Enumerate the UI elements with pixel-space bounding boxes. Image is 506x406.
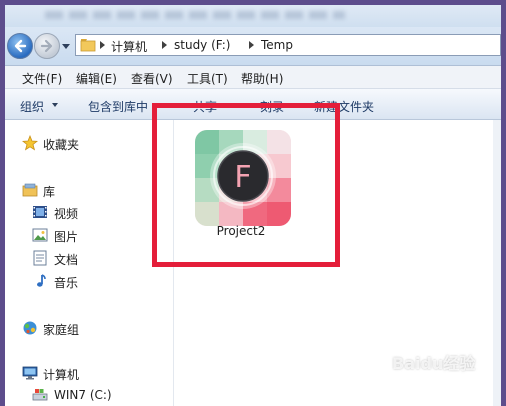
chevron-down-icon (52, 103, 58, 107)
breadcrumb-separator[interactable] (162, 41, 167, 49)
forward-button[interactable] (34, 33, 60, 59)
file-name: Project2 (216, 224, 266, 238)
breadcrumb-separator[interactable] (249, 41, 254, 49)
sidebar-item-pictures[interactable]: 图片 (5, 225, 173, 245)
menu-tools[interactable]: 工具(T) (187, 70, 228, 87)
homegroup-icon (23, 321, 37, 335)
menu-edit[interactable]: 编辑(E) (76, 70, 117, 87)
command-bar: 组织 包含到库中 共享 刻录 新建文件夹 (5, 89, 501, 120)
sidebar-item-label: 音乐 (54, 276, 79, 290)
star-icon (22, 135, 38, 151)
sidebar-item-videos[interactable]: 视频 (5, 202, 173, 222)
menu-file[interactable]: 文件(F) (22, 70, 62, 87)
breadcrumb-separator[interactable] (100, 41, 105, 49)
menu-view[interactable]: 查看(V) (131, 70, 173, 87)
sidebar-item-label: 家庭组 (43, 323, 80, 337)
window-title-strip (5, 5, 501, 27)
burn-button[interactable]: 刻录 (260, 98, 284, 115)
address-bar[interactable]: 计算机 study (F:) Temp (75, 34, 501, 56)
chevron-down-icon (155, 103, 161, 107)
sidebar-item-libraries[interactable]: 库 (5, 180, 173, 200)
document-icon (33, 250, 47, 266)
arrow-left-icon (14, 39, 27, 53)
sidebar-item-label: 视频 (54, 207, 79, 221)
drive-icon (32, 387, 48, 401)
sidebar-item-documents[interactable]: 文档 (5, 248, 173, 268)
share-button[interactable]: 共享 (193, 98, 217, 115)
watermark: Baidu经验 (392, 354, 476, 373)
sidebar-item-label: 库 (43, 185, 56, 199)
navigation-bar: 计算机 study (F:) Temp (5, 27, 501, 66)
file-item-project2[interactable]: F Project2 (188, 124, 294, 238)
breadcrumb-drive[interactable]: study (F:) (174, 38, 230, 52)
sidebar-item-favorites[interactable]: 收藏夹 (5, 133, 173, 153)
sidebar-item-music[interactable]: 音乐 (5, 271, 173, 291)
organize-button[interactable]: 组织 (20, 98, 44, 115)
library-icon (22, 183, 38, 197)
menu-help[interactable]: 帮助(H) (241, 70, 283, 87)
menu-bar: 文件(F) 编辑(E) 查看(V) 工具(T) 帮助(H) (5, 66, 501, 89)
picture-icon (32, 228, 48, 242)
recent-pages-dropdown-icon[interactable] (62, 42, 70, 50)
breadcrumb-folder[interactable]: Temp (261, 38, 293, 52)
arrow-right-icon (40, 39, 53, 53)
sidebar-item-label: 计算机 (43, 368, 80, 382)
sidebar-item-label: 收藏夹 (43, 138, 80, 152)
new-folder-button[interactable]: 新建文件夹 (314, 98, 374, 115)
sidebar-item-label: 文档 (54, 253, 79, 267)
sidebar-item-computer[interactable]: 计算机 (5, 363, 173, 383)
project-app-icon: F (195, 130, 291, 226)
folder-icon (80, 39, 96, 52)
sidebar-item-drive-c[interactable]: WIN7 (C:) (5, 385, 173, 405)
back-button[interactable] (7, 33, 33, 59)
sidebar-item-label: 图片 (54, 230, 79, 244)
explorer-window: 计算机 study (F:) Temp 文件(F) 编辑(E) 查看(V) 工具… (5, 5, 501, 406)
computer-icon (22, 366, 38, 380)
sidebar-item-label: WIN7 (C:) (54, 388, 112, 402)
app-glyph: F (234, 160, 251, 195)
breadcrumb-computer[interactable]: 计算机 (111, 38, 147, 55)
include-in-library-button[interactable]: 包含到库中 (88, 98, 148, 115)
chevron-down-icon (224, 103, 230, 107)
video-icon (33, 206, 47, 218)
sidebar-item-homegroup[interactable]: 家庭组 (5, 318, 173, 338)
navigation-pane: 收藏夹 库 视频 图片 文档 音乐 家庭组 计算机 WIN7 (C:) (5, 120, 174, 406)
music-note-icon (37, 274, 46, 287)
scrollbar-track[interactable] (493, 120, 501, 406)
blurred-title (45, 11, 345, 19)
